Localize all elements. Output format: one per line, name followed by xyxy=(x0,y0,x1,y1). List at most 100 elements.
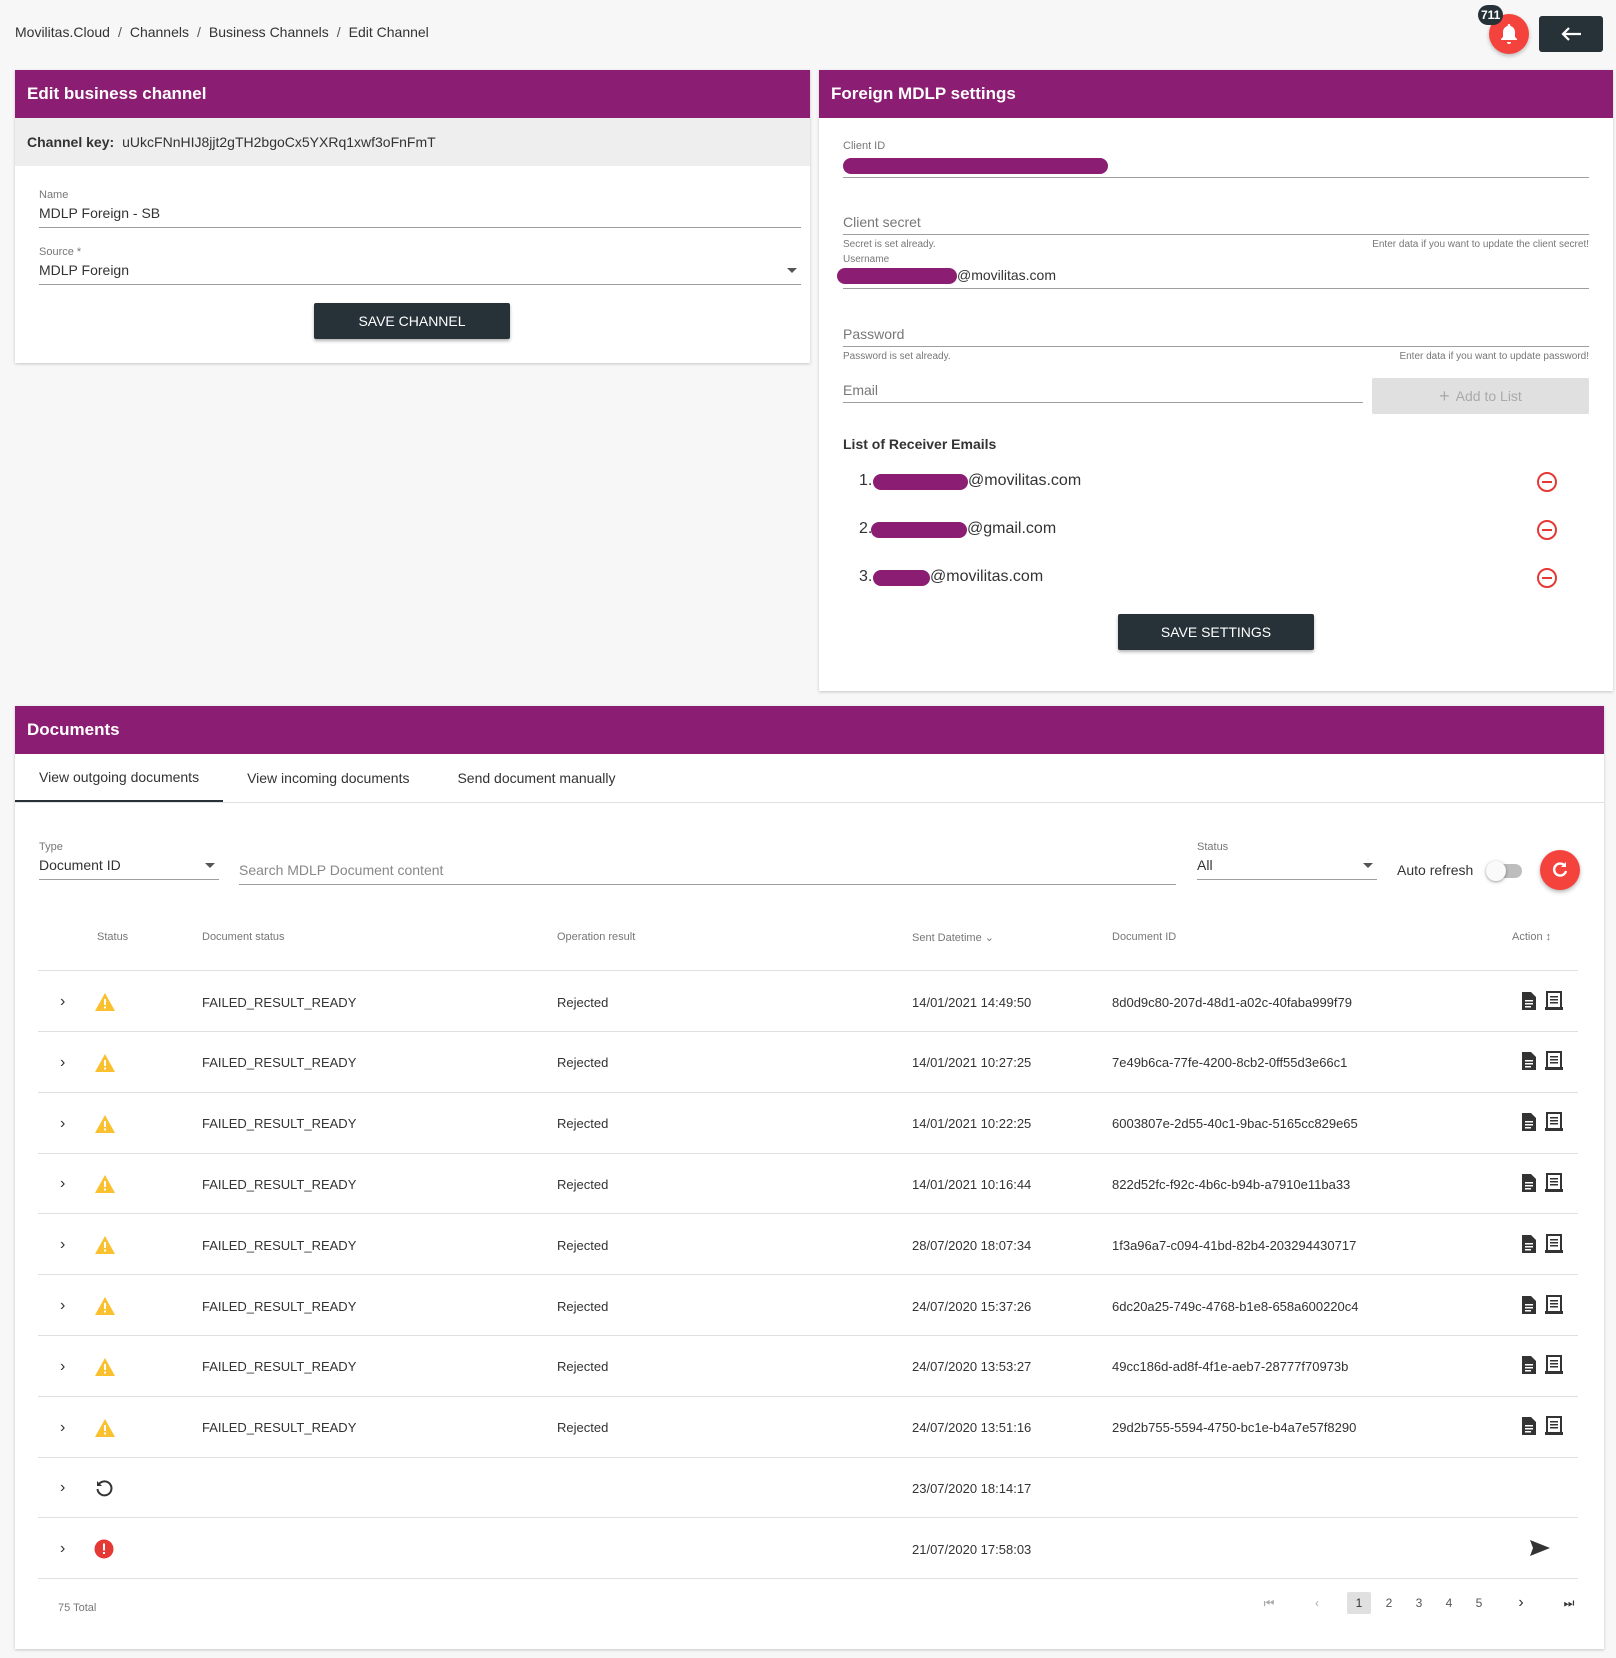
breadcrumb-channels[interactable]: Channels xyxy=(130,24,189,40)
table-row[interactable]: › FAILED_RESULT_READY Rejected 14/01/202… xyxy=(38,1094,1578,1154)
page-2-button[interactable]: 2 xyxy=(1377,1592,1401,1614)
table-row[interactable]: › FAILED_RESULT_READY Rejected 14/01/202… xyxy=(38,1154,1578,1215)
client-id-label: Client ID xyxy=(843,140,886,152)
receipt-icon[interactable] xyxy=(1545,1051,1563,1074)
tab-send-manually[interactable]: Send document manually xyxy=(433,754,639,802)
expand-row-button[interactable]: › xyxy=(60,1519,65,1579)
save-settings-button[interactable]: SAVE SETTINGS xyxy=(1118,614,1314,650)
receipt-icon[interactable] xyxy=(1545,1233,1563,1257)
table-header: Status Document status Operation result … xyxy=(38,931,1578,971)
remove-email-button[interactable] xyxy=(1537,568,1557,588)
chevron-right-icon: › xyxy=(60,1175,66,1193)
document-status: FAILED_RESULT_READY xyxy=(202,1420,357,1436)
operation-result: Rejected xyxy=(557,1055,609,1071)
document-icon[interactable] xyxy=(1521,1051,1537,1074)
remove-email-button[interactable] xyxy=(1537,520,1557,540)
receipt-icon[interactable] xyxy=(1545,1172,1563,1196)
notification-count-badge: 711 xyxy=(1478,5,1504,25)
expand-row-button[interactable]: › xyxy=(60,1154,65,1214)
expand-row-button[interactable]: › xyxy=(60,1337,65,1397)
tab-incoming[interactable]: View incoming documents xyxy=(223,754,433,802)
row-actions xyxy=(1521,1337,1563,1397)
last-page-button[interactable]: ⏭ xyxy=(1557,1592,1581,1614)
name-input[interactable]: MDLP Foreign - SB xyxy=(39,201,801,228)
receipt-icon[interactable] xyxy=(1545,990,1563,1014)
document-status: FAILED_RESULT_READY xyxy=(202,1176,357,1192)
client-id-field[interactable]: Client ID xyxy=(843,140,1589,178)
send-icon[interactable] xyxy=(1529,1539,1551,1560)
warning-icon xyxy=(94,1276,116,1336)
search-input[interactable]: Search MDLP Document content xyxy=(239,858,1176,885)
auto-refresh-toggle[interactable] xyxy=(1486,861,1522,881)
name-field[interactable]: Name MDLP Foreign - SB xyxy=(39,189,801,228)
table-row[interactable]: › FAILED_RESULT_READY Rejected 14/01/202… xyxy=(38,1033,1578,1093)
status-select[interactable]: Status All xyxy=(1197,841,1377,880)
password-hint-right: Enter data if you want to update passwor… xyxy=(1399,351,1589,362)
page-3-button[interactable]: 3 xyxy=(1407,1592,1431,1614)
document-icon[interactable] xyxy=(1521,1416,1537,1439)
breadcrumb-home[interactable]: Movilitas.Cloud xyxy=(15,24,110,40)
history-icon xyxy=(94,1458,114,1518)
minus-circle-icon xyxy=(1542,577,1552,579)
document-icon[interactable] xyxy=(1521,1355,1537,1378)
receipt-icon[interactable] xyxy=(1545,1294,1563,1318)
expand-row-button[interactable]: › xyxy=(60,1398,65,1458)
expand-row-button[interactable]: › xyxy=(60,1033,65,1093)
next-page-button[interactable]: › xyxy=(1509,1592,1533,1614)
col-sent-datetime[interactable]: Sent Datetime ⌄ xyxy=(912,931,994,944)
tab-outgoing[interactable]: View outgoing documents xyxy=(15,754,224,802)
table-row[interactable]: › FAILED_RESULT_READY Rejected 24/07/202… xyxy=(38,1276,1578,1336)
row-actions xyxy=(1521,1215,1563,1275)
document-icon[interactable] xyxy=(1521,1112,1537,1135)
type-select[interactable]: Type Document ID xyxy=(39,841,219,880)
col-action[interactable]: Action ↕ xyxy=(1512,931,1551,943)
expand-row-button[interactable]: › xyxy=(60,1458,65,1518)
operation-result: Rejected xyxy=(557,1237,609,1253)
email-number: 1. xyxy=(859,472,873,489)
refresh-button[interactable] xyxy=(1540,850,1580,890)
prev-page-button[interactable]: ‹ xyxy=(1305,1592,1329,1614)
document-icon[interactable] xyxy=(1521,1295,1537,1318)
table-row[interactable]: › FAILED_RESULT_READY Rejected 28/07/202… xyxy=(38,1215,1578,1276)
client-secret-field[interactable]: Client secret Secret is set already. Ent… xyxy=(843,214,1589,250)
table-row[interactable]: › FAILED_RESULT_READY Rejected 24/07/202… xyxy=(38,1337,1578,1397)
back-button[interactable] xyxy=(1539,16,1603,52)
row-actions xyxy=(1521,1033,1563,1093)
source-select[interactable]: Source * MDLP Foreign xyxy=(39,246,801,285)
page-5-button[interactable]: 5 xyxy=(1467,1592,1491,1614)
receiver-emails-title: List of Receiver Emails xyxy=(843,436,997,452)
save-channel-button[interactable]: SAVE CHANNEL xyxy=(314,303,510,339)
mdlp-settings-title: Foreign MDLP settings xyxy=(819,70,1613,118)
row-actions xyxy=(1521,1398,1563,1458)
document-icon[interactable] xyxy=(1521,1234,1537,1257)
table-row[interactable]: › FAILED_RESULT_READY Rejected 14/01/202… xyxy=(38,972,1578,1032)
username-field[interactable]: Username @movilitas.com xyxy=(837,254,1589,289)
page-4-button[interactable]: 4 xyxy=(1437,1592,1461,1614)
table-row[interactable]: › 21/07/2020 17:58:03 xyxy=(38,1519,1578,1580)
receipt-icon[interactable] xyxy=(1545,1112,1563,1135)
row-actions xyxy=(1521,1276,1563,1336)
document-icon[interactable] xyxy=(1521,991,1537,1014)
expand-row-button[interactable]: › xyxy=(60,1215,65,1275)
breadcrumb-business-channels[interactable]: Business Channels xyxy=(209,24,329,40)
remove-email-button[interactable] xyxy=(1537,472,1557,492)
receipt-icon[interactable] xyxy=(1545,1416,1563,1439)
plus-icon: + xyxy=(1439,385,1450,406)
page-1-button[interactable]: 1 xyxy=(1347,1592,1371,1614)
document-status: FAILED_RESULT_READY xyxy=(202,1055,357,1071)
first-page-button[interactable]: ⏮ xyxy=(1257,1592,1281,1614)
table-row[interactable]: › 23/07/2020 18:14:17 xyxy=(38,1458,1578,1519)
receipt-icon[interactable] xyxy=(1545,1355,1563,1378)
table-row[interactable]: › FAILED_RESULT_READY Rejected 24/07/202… xyxy=(38,1398,1578,1458)
expand-row-button[interactable]: › xyxy=(60,1276,65,1336)
document-icon[interactable] xyxy=(1521,1173,1537,1196)
email-input[interactable]: Email xyxy=(843,382,1363,403)
add-to-list-button[interactable]: + Add to List xyxy=(1372,378,1589,414)
expand-row-button[interactable]: › xyxy=(60,972,65,1032)
total-count: 75 Total xyxy=(58,1602,97,1614)
breadcrumb-current: Edit Channel xyxy=(348,24,429,40)
username-suffix: @movilitas.com xyxy=(957,267,1057,283)
expand-row-button[interactable]: › xyxy=(60,1094,65,1154)
password-field[interactable]: Password Password is set already. Enter … xyxy=(843,326,1589,362)
sent-datetime: 14/01/2021 14:49:50 xyxy=(912,994,1032,1010)
